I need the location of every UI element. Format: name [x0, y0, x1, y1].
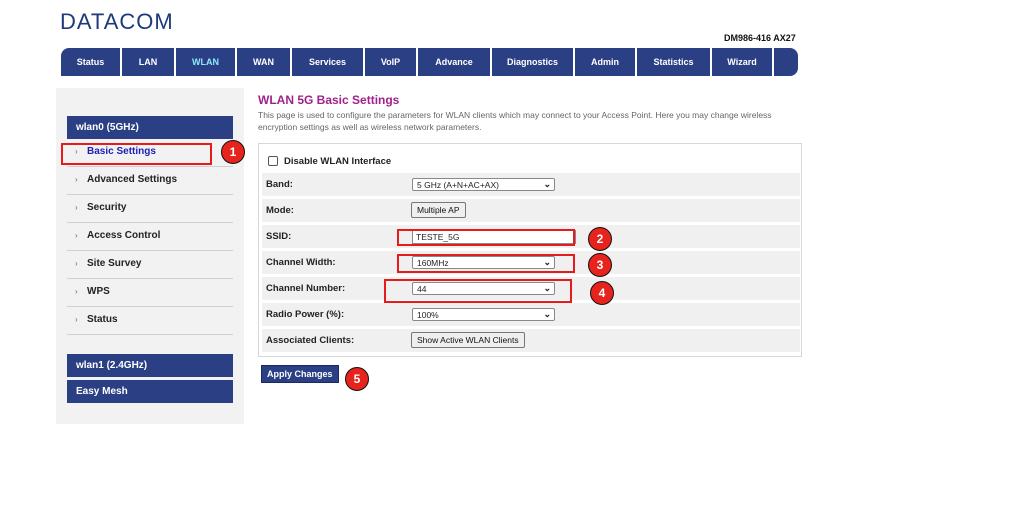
sidebar-item-site-survey[interactable]: › Site Survey: [67, 252, 233, 279]
band-row: Band: 5 GHz (A+N+AC+AX) ⌄: [262, 173, 800, 196]
mode-label: Mode:: [266, 205, 294, 216]
radio-power-control: 100% ⌄: [405, 303, 800, 326]
sidebar-item-access-control[interactable]: › Access Control: [67, 224, 233, 251]
nav-status[interactable]: Status: [61, 48, 122, 76]
band-select[interactable]: 5 GHz (A+N+AC+AX) ⌄: [412, 178, 555, 191]
nav-voip[interactable]: VoIP: [365, 48, 418, 76]
disable-wlan-row: Disable WLAN Interface: [262, 148, 800, 171]
page-title: WLAN 5G Basic Settings: [258, 93, 400, 107]
annotation-badge-3: 3: [588, 253, 612, 277]
mode-row: Mode: Multiple AP: [262, 199, 800, 222]
highlight-box: [397, 254, 575, 273]
nav-statistics[interactable]: Statistics: [637, 48, 712, 76]
nav-wlan[interactable]: WLAN: [176, 48, 237, 76]
page-description: This page is used to configure the param…: [258, 110, 772, 132]
channel-number-label: Channel Number:: [266, 283, 346, 294]
apply-changes-button[interactable]: Apply Changes: [261, 365, 339, 383]
disable-wlan-label: Disable WLAN Interface: [284, 156, 392, 167]
annotation-badge-2: 2: [588, 227, 612, 251]
datacom-logo: DATACOM: [60, 9, 174, 34]
nav-admin[interactable]: Admin: [575, 48, 637, 76]
sidebar-item-security[interactable]: › Security: [67, 196, 233, 223]
sidebar-item-status[interactable]: › Status: [67, 308, 233, 335]
band-value: 5 GHz (A+N+AC+AX): [417, 180, 499, 190]
settings-form: Disable WLAN Interface Band: 5 GHz (A+N+…: [258, 143, 802, 357]
show-clients-button[interactable]: Show Active WLAN Clients: [411, 332, 525, 348]
nav-advance[interactable]: Advance: [418, 48, 492, 76]
chevron-down-icon: ⌄: [543, 309, 551, 319]
nav-lan[interactable]: LAN: [122, 48, 176, 76]
chevron-right-icon: ›: [75, 203, 78, 212]
highlight-box: [384, 279, 572, 303]
associated-clients-control: Show Active WLAN Clients: [405, 329, 800, 352]
top-nav: Status LAN WLAN WAN Services VoIP Advanc…: [61, 48, 798, 76]
radio-power-row: Radio Power (%): 100% ⌄: [262, 303, 800, 326]
nav-wizard[interactable]: Wizard: [712, 48, 774, 76]
device-model: DM986-416 AX27: [724, 33, 796, 43]
band-label: Band:: [266, 179, 293, 190]
sidebar: wlan0 (5GHz) › Basic Settings › Advanced S…: [56, 88, 244, 424]
channel-width-label: Channel Width:: [266, 257, 336, 268]
sidebar-item-label: WPS: [87, 286, 110, 297]
multiple-ap-button[interactable]: Multiple AP: [411, 202, 466, 218]
annotation-badge-1: 1: [221, 140, 245, 164]
mode-control: Multiple AP: [405, 199, 800, 222]
highlight-box: [397, 229, 575, 246]
associated-clients-label: Associated Clients:: [266, 335, 355, 346]
sidebar-item-label: Access Control: [87, 230, 161, 241]
sidebar-item-label: Security: [87, 202, 127, 213]
chevron-right-icon: ›: [75, 231, 78, 240]
ssid-label: SSID:: [266, 231, 292, 242]
chevron-right-icon: ›: [75, 287, 78, 296]
sidebar-group-wlan0[interactable]: wlan0 (5GHz): [67, 116, 233, 139]
chevron-right-icon: ›: [75, 175, 78, 184]
chevron-right-icon: ›: [75, 315, 78, 324]
chevron-right-icon: ›: [75, 259, 78, 268]
chevron-down-icon: ⌄: [543, 179, 551, 189]
band-control: 5 GHz (A+N+AC+AX) ⌄: [405, 173, 800, 196]
radio-power-value: 100%: [417, 310, 439, 320]
annotation-badge-5: 5: [345, 367, 369, 391]
nav-diagnostics[interactable]: Diagnostics: [492, 48, 575, 76]
radio-power-select[interactable]: 100% ⌄: [412, 308, 555, 321]
sidebar-item-wps[interactable]: › WPS: [67, 280, 233, 307]
sidebar-item-label: Advanced Settings: [87, 174, 178, 185]
nav-services[interactable]: Services: [292, 48, 365, 76]
sidebar-group-wlan1[interactable]: wlan1 (2.4GHz): [67, 354, 233, 377]
sidebar-item-label: Status: [87, 314, 118, 325]
nav-wan[interactable]: WAN: [237, 48, 292, 76]
sidebar-group-easy-mesh[interactable]: Easy Mesh: [67, 380, 233, 403]
sidebar-item-advanced-settings[interactable]: › Advanced Settings: [67, 168, 233, 195]
annotation-badge-4: 4: [590, 281, 614, 305]
associated-clients-row: Associated Clients: Show Active WLAN Cli…: [262, 329, 800, 352]
highlight-box: [61, 143, 212, 165]
disable-wlan-checkbox[interactable]: [268, 156, 278, 166]
radio-power-label: Radio Power (%):: [266, 309, 345, 320]
sidebar-item-label: Site Survey: [87, 258, 142, 269]
